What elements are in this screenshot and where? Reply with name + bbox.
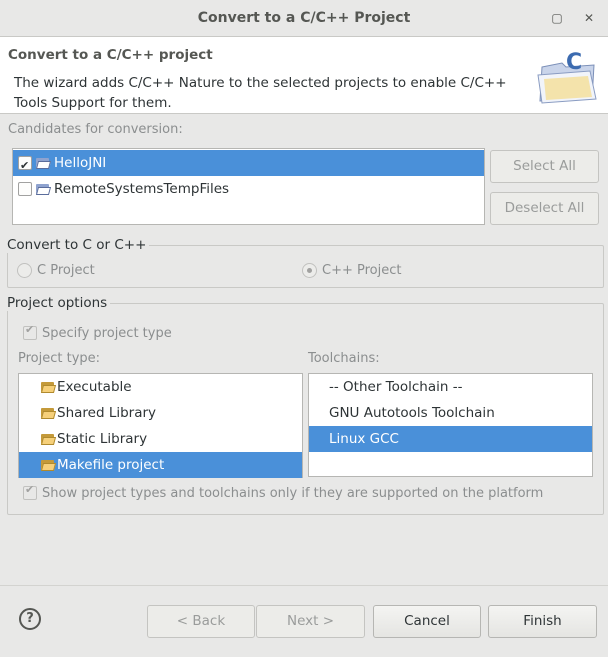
c-project-label: C Project [37, 263, 95, 278]
footer-divider [0, 585, 608, 586]
folder-icon [40, 434, 57, 445]
header-title: Convert to a C/C++ project [8, 47, 213, 63]
project-folder-icon [35, 158, 52, 169]
select-all-button[interactable]: Select All [490, 150, 599, 183]
toolchain-item[interactable]: GNU Autotools Toolchain [309, 400, 592, 426]
specify-project-type-label: Specify project type [42, 326, 172, 341]
specify-project-type-checkbox[interactable] [23, 323, 37, 340]
folder-icon [40, 382, 57, 393]
toolchain-item-selected[interactable]: Linux GCC [309, 426, 592, 452]
candidates-list[interactable]: HelloJNI RemoteSystemsTempFiles [12, 148, 485, 225]
candidate-checkbox[interactable] [18, 182, 32, 196]
show-supported-checkbox[interactable] [23, 483, 37, 500]
candidate-label: RemoteSystemsTempFiles [54, 181, 230, 197]
toolchain-item-label: -- Other Toolchain -- [329, 379, 463, 395]
c-project-radio[interactable] [17, 263, 32, 278]
wizard-header: Convert to a C/C++ project The wizard ad… [0, 37, 608, 114]
toolchains-label: Toolchains: [308, 351, 380, 366]
cpp-project-radio[interactable] [302, 263, 317, 278]
cancel-button[interactable]: Cancel [373, 605, 481, 638]
toolchain-item[interactable]: -- Other Toolchain -- [309, 374, 592, 400]
project-type-item-label: Shared Library [57, 405, 157, 421]
header-description: The wizard adds C/C++ Nature to the sele… [14, 75, 507, 111]
project-type-item[interactable]: Shared Library [19, 400, 302, 426]
project-options-title: Project options [7, 295, 111, 311]
show-supported-label: Show project types and toolchains only i… [42, 486, 544, 501]
project-type-item[interactable]: Static Library [19, 426, 302, 452]
back-button[interactable]: < Back [147, 605, 255, 638]
folder-icon [40, 408, 57, 419]
project-type-label: Project type: [18, 351, 101, 366]
convert-language-title: Convert to C or C++ [7, 237, 150, 253]
candidate-row-hellojni[interactable]: HelloJNI [13, 150, 484, 179]
candidate-checkbox[interactable] [18, 153, 32, 179]
finish-button[interactable]: Finish [488, 605, 597, 638]
toolchain-item-label: GNU Autotools Toolchain [329, 405, 495, 421]
maximize-icon[interactable]: ▢ [548, 9, 566, 27]
cpp-project-label: C++ Project [322, 263, 402, 278]
cproject-wizard-icon: C [537, 50, 597, 104]
project-type-item-label: Static Library [57, 431, 148, 447]
project-folder-icon [35, 184, 52, 195]
svg-text:C: C [566, 50, 582, 75]
close-icon[interactable]: ✕ [580, 9, 598, 27]
window-title: Convert to a C/C++ Project [197, 10, 411, 26]
deselect-all-button[interactable]: Deselect All [490, 192, 599, 225]
candidate-label: HelloJNI [54, 155, 107, 171]
project-type-item-selected[interactable]: Makefile project [19, 452, 302, 478]
candidates-label: Candidates for conversion: [8, 122, 183, 137]
candidate-row-remotesystemstempfiles[interactable]: RemoteSystemsTempFiles [13, 176, 484, 202]
project-type-item[interactable]: Executable [19, 374, 302, 400]
project-type-item-label: Makefile project [57, 457, 165, 473]
project-type-item-label: Executable [57, 379, 132, 395]
toolchains-list[interactable]: -- Other Toolchain -- GNU Autotools Tool… [308, 373, 593, 477]
help-icon[interactable]: ? [19, 608, 41, 630]
title-bar: Convert to a C/C++ Project ▢ ✕ [0, 0, 608, 37]
toolchain-item-label: Linux GCC [329, 431, 399, 447]
next-button[interactable]: Next > [256, 605, 365, 638]
project-type-list[interactable]: Executable Shared Library Static Library… [18, 373, 303, 478]
folder-icon [40, 460, 57, 471]
